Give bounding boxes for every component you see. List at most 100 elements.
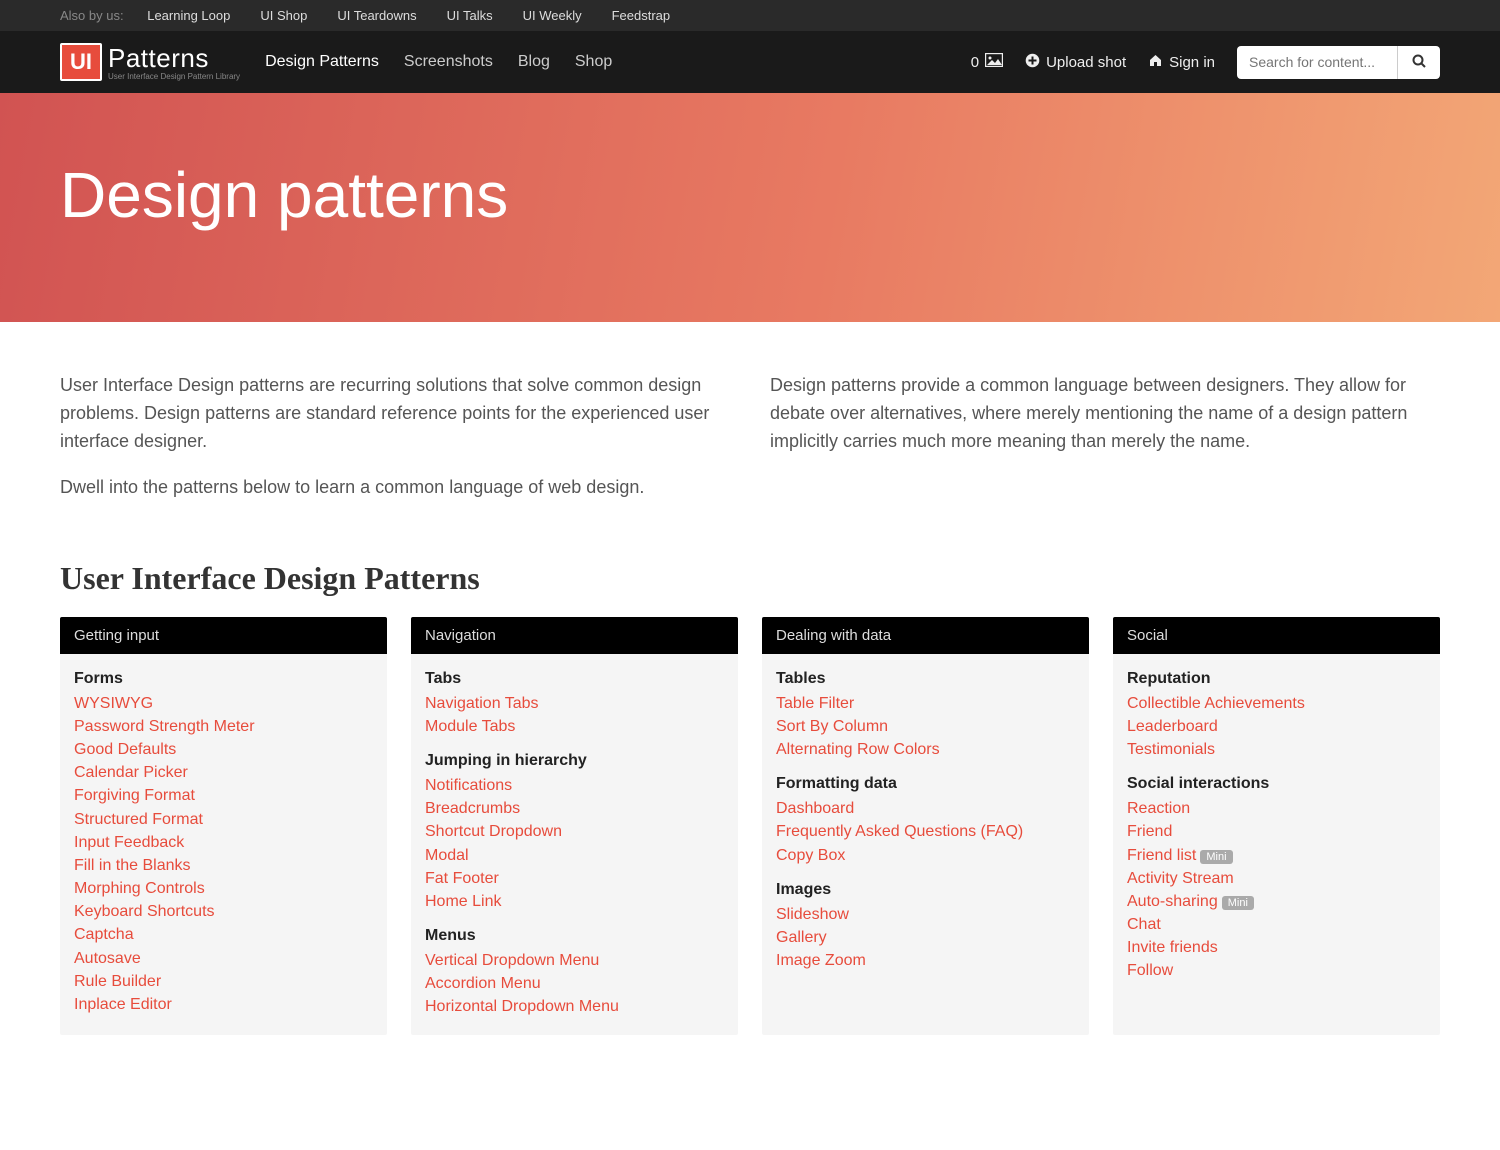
pattern-link[interactable]: WYSIWYG [74, 692, 373, 715]
search-icon [1412, 54, 1426, 71]
pattern-link[interactable]: Calendar Picker [74, 761, 373, 784]
logo[interactable]: UI Patterns User Interface Design Patter… [60, 43, 240, 81]
group-title: Social interactions [1127, 775, 1426, 793]
pattern-link[interactable]: Testimonials [1127, 738, 1426, 761]
column-body: Tabs Navigation TabsModule Tabs Jumping in… [411, 654, 738, 1035]
topbar-link[interactable]: UI Teardowns [337, 8, 416, 23]
pattern-link[interactable]: Sort By Column [776, 715, 1075, 738]
pattern-link[interactable]: Modal [425, 844, 724, 867]
pattern-column: Navigation Tabs Navigation TabsModule Tabs… [411, 617, 738, 1035]
pattern-link[interactable]: Forgiving Format [74, 784, 373, 807]
pattern-link[interactable]: Good Defaults [74, 738, 373, 761]
also-by-label: Also by us: [60, 8, 124, 23]
pattern-column: Dealing with data Tables Table FilterSort … [762, 617, 1089, 1035]
pattern-link[interactable]: Horizontal Dropdown Menu [425, 995, 724, 1018]
group-title: Tabs [425, 670, 724, 688]
hero: Design patterns [0, 93, 1500, 322]
column-header: Dealing with data [762, 617, 1089, 654]
pattern-grid: Getting input Forms WYSIWYGPassword Streng… [60, 617, 1440, 1035]
pattern-link[interactable]: Navigation Tabs [425, 692, 724, 715]
pattern-link[interactable]: Auto-sharingMini [1127, 890, 1426, 913]
pattern-link[interactable]: Autosave [74, 947, 373, 970]
logo-text: Patterns [108, 43, 240, 74]
group-title: Menus [425, 927, 724, 945]
pattern-link[interactable]: Accordion Menu [425, 972, 724, 995]
search-button[interactable] [1397, 46, 1440, 79]
pattern-link[interactable]: Slideshow [776, 903, 1075, 926]
pattern-link[interactable]: Shortcut Dropdown [425, 820, 724, 843]
pattern-column: Social Reputation Collectible Achievements… [1113, 617, 1440, 1035]
pattern-link[interactable]: Copy Box [776, 844, 1075, 867]
pattern-link[interactable]: Keyboard Shortcuts [74, 900, 373, 923]
pattern-link[interactable]: Notifications [425, 774, 724, 797]
column-header: Navigation [411, 617, 738, 654]
upload-link[interactable]: Upload shot [1025, 53, 1126, 72]
group-title: Jumping in hierarchy [425, 752, 724, 770]
pattern-link[interactable]: Fat Footer [425, 867, 724, 890]
group-title: Forms [74, 670, 373, 688]
topbar-link[interactable]: Learning Loop [147, 8, 230, 23]
pattern-link[interactable]: Leaderboard [1127, 715, 1426, 738]
column-body: Tables Table FilterSort By ColumnAlternat… [762, 654, 1089, 989]
group-title: Reputation [1127, 670, 1426, 688]
pattern-link[interactable]: Collectible Achievements [1127, 692, 1426, 715]
nav-link[interactable]: Screenshots [404, 53, 493, 70]
section-title: User Interface Design Patterns [60, 560, 1440, 597]
counter-value: 0 [971, 54, 979, 71]
pattern-link[interactable]: Gallery [776, 926, 1075, 949]
search-input[interactable] [1237, 46, 1397, 79]
group-title: Images [776, 881, 1075, 899]
counter-link[interactable]: 0 [971, 53, 1003, 71]
intro-left: User Interface Design patterns are recur… [60, 372, 730, 520]
logo-subtitle: User Interface Design Pattern Library [108, 72, 240, 81]
topbar-link[interactable]: UI Talks [447, 8, 493, 23]
intro-paragraph: User Interface Design patterns are recur… [60, 372, 730, 456]
pattern-link[interactable]: Dashboard [776, 797, 1075, 820]
content: User Interface Design patterns are recur… [0, 322, 1500, 1085]
pattern-link[interactable]: Rule Builder [74, 970, 373, 993]
signin-label: Sign in [1169, 54, 1215, 71]
pattern-link[interactable]: Morphing Controls [74, 877, 373, 900]
pattern-link[interactable]: Frequently Asked Questions (FAQ) [776, 820, 1075, 843]
signin-link[interactable]: Sign in [1148, 53, 1215, 72]
pattern-link[interactable]: Fill in the Blanks [74, 854, 373, 877]
topbar-link[interactable]: UI Shop [260, 8, 307, 23]
main-nav: UI Patterns User Interface Design Patter… [0, 31, 1500, 93]
pattern-link[interactable]: Structured Format [74, 808, 373, 831]
pattern-link[interactable]: Vertical Dropdown Menu [425, 949, 724, 972]
search-wrap [1237, 46, 1440, 79]
pattern-link[interactable]: Home Link [425, 890, 724, 913]
pattern-link[interactable]: Alternating Row Colors [776, 738, 1075, 761]
intro: User Interface Design patterns are recur… [60, 372, 1440, 520]
pattern-column: Getting input Forms WYSIWYGPassword Streng… [60, 617, 387, 1035]
pattern-link[interactable]: Activity Stream [1127, 867, 1426, 890]
nav-link[interactable]: Shop [575, 53, 612, 70]
nav-link[interactable]: Blog [518, 53, 550, 70]
pattern-link[interactable]: Chat [1127, 913, 1426, 936]
pattern-link[interactable]: Inplace Editor [74, 993, 373, 1016]
intro-paragraph: Dwell into the patterns below to learn a… [60, 474, 730, 502]
pattern-link[interactable]: Password Strength Meter [74, 715, 373, 738]
pattern-link[interactable]: Module Tabs [425, 715, 724, 738]
topbar-link[interactable]: UI Weekly [523, 8, 582, 23]
group-title: Tables [776, 670, 1075, 688]
pattern-link[interactable]: Follow [1127, 959, 1426, 982]
pattern-link[interactable]: Friend [1127, 820, 1426, 843]
column-header: Social [1113, 617, 1440, 654]
column-header: Getting input [60, 617, 387, 654]
nav-links: Design Patterns Screenshots Blog Shop [265, 53, 637, 71]
mini-badge: Mini [1200, 850, 1232, 864]
pattern-link[interactable]: Invite friends [1127, 936, 1426, 959]
topbar-link[interactable]: Feedstrap [612, 8, 671, 23]
page-title: Design patterns [60, 158, 1440, 232]
pattern-link[interactable]: Reaction [1127, 797, 1426, 820]
plus-circle-icon [1025, 53, 1040, 72]
pattern-link[interactable]: Input Feedback [74, 831, 373, 854]
pattern-link[interactable]: Breadcrumbs [425, 797, 724, 820]
pattern-link[interactable]: Friend listMini [1127, 844, 1426, 867]
pattern-link[interactable]: Table Filter [776, 692, 1075, 715]
intro-right: Design patterns provide a common languag… [770, 372, 1440, 520]
pattern-link[interactable]: Image Zoom [776, 949, 1075, 972]
nav-link[interactable]: Design Patterns [265, 53, 379, 70]
pattern-link[interactable]: Captcha [74, 923, 373, 946]
